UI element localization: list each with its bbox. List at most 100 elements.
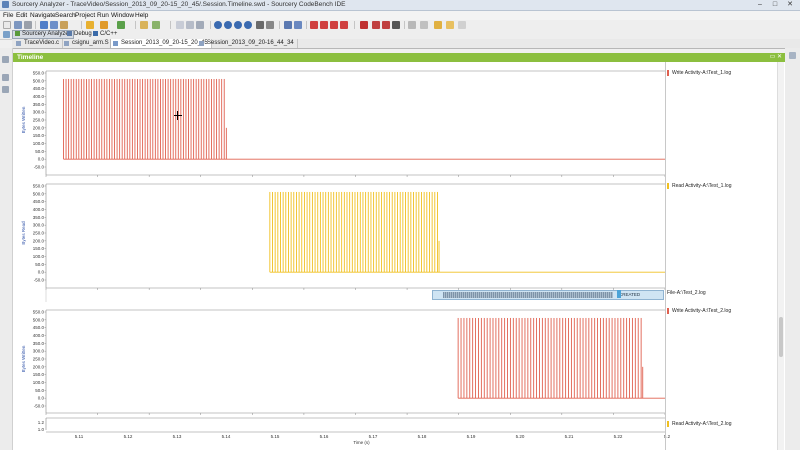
toolbar-separator — [210, 21, 211, 29]
tab-session-16-44-34[interactable]: Session_2013_09_20-16_44_34 — [197, 39, 298, 48]
y-tick-label: 300.0 — [33, 110, 45, 115]
y-tick-label: 500.0 — [33, 317, 45, 322]
x-tick-label: 5.12 — [124, 434, 133, 439]
view-title: Timeline — [17, 54, 44, 61]
minimized-view-icon[interactable] — [789, 52, 796, 59]
file-state-bar[interactable]: CREATED — [432, 290, 664, 300]
legend-divider — [665, 62, 666, 450]
restore-view-icon[interactable] — [2, 56, 9, 63]
sync-icon[interactable] — [294, 21, 302, 29]
prev-event-icon[interactable] — [320, 21, 328, 29]
y-tick-label: 250.0 — [33, 357, 45, 362]
select-icon[interactable] — [266, 21, 274, 29]
perspective-sourcery-analyzer[interactable]: Sourcery Analyzer — [12, 30, 74, 39]
x-tick-label: 5.20 — [516, 434, 525, 439]
forward-icon[interactable] — [382, 21, 390, 29]
layout-icon[interactable] — [176, 21, 184, 29]
tab-csignu-arm-s[interactable]: csignu_arm.S — [62, 39, 113, 48]
maximize-button[interactable]: □ — [769, 1, 781, 9]
y-axis-label: Bytes Written — [21, 106, 26, 133]
first-event-icon[interactable] — [310, 21, 318, 29]
toolbar-separator — [170, 21, 171, 29]
y-tick-label: 150.0 — [33, 372, 45, 377]
disabled-tool-icon[interactable] — [408, 21, 416, 29]
perspective-label: Sourcery Analyzer — [22, 31, 71, 38]
run-tool-icon[interactable] — [100, 21, 108, 29]
search-tool-icon[interactable] — [152, 21, 160, 29]
run-icon[interactable] — [117, 21, 125, 29]
terminate-icon[interactable] — [392, 21, 400, 29]
y-tick-label: 50.0 — [35, 149, 44, 154]
timeline-chart[interactable]: 550.0 500.0 450.0 400.0 350.0 300.0 250.0 200.0… — [13, 62, 785, 450]
disabled-tool-icon[interactable] — [420, 21, 428, 29]
menu-search[interactable]: Search — [55, 11, 76, 20]
scrollbar-thumb[interactable] — [779, 317, 783, 357]
target-icon[interactable] — [86, 21, 94, 29]
pan-icon[interactable] — [256, 21, 264, 29]
folder-icon[interactable] — [140, 21, 148, 29]
x-tick-label: 5.17 — [369, 434, 378, 439]
build-icon[interactable] — [40, 21, 48, 29]
y-tick-label: 0.0 — [38, 157, 45, 162]
zoom-out-icon[interactable] — [224, 21, 232, 29]
save-icon[interactable] — [14, 21, 22, 29]
build-all-icon[interactable] — [50, 21, 58, 29]
stop-icon[interactable] — [360, 21, 368, 29]
x-tick-label: 5.15 — [271, 434, 280, 439]
menu-navigate[interactable]: Navigate — [30, 11, 56, 20]
outline-icon[interactable] — [2, 86, 9, 93]
menu-file[interactable]: File — [3, 11, 13, 20]
x-axis-label: Time (s) — [353, 440, 370, 445]
back-history-icon[interactable] — [446, 21, 454, 29]
menu-window[interactable]: Window — [111, 11, 134, 20]
y-tick-label: 550.0 — [33, 184, 45, 189]
zoom-reset-icon[interactable] — [244, 21, 252, 29]
table-icon[interactable] — [196, 21, 204, 29]
zoom-in-icon[interactable] — [214, 21, 222, 29]
y-tick-label: 0.0 — [38, 270, 45, 275]
menu-project[interactable]: Project — [75, 11, 95, 20]
tab-label: TraceVideo.c — [24, 40, 60, 46]
last-event-icon[interactable] — [340, 21, 348, 29]
marker-icon[interactable] — [284, 21, 292, 29]
vertical-scrollbar[interactable] — [777, 62, 784, 450]
y-tick-label: 500.0 — [33, 191, 45, 196]
view-window-buttons[interactable]: ▭ ✕ — [770, 53, 782, 62]
y-tick-label: 250.0 — [33, 118, 45, 123]
y-tick-label: 1.2 — [38, 420, 45, 425]
x-tick-label: 5.14 — [222, 434, 231, 439]
minimize-button[interactable]: – — [754, 1, 766, 9]
app-icon — [2, 1, 9, 8]
perspective-label: Debug — [74, 31, 92, 37]
perspective-debug[interactable]: Debug — [67, 30, 92, 39]
tab-tracevideo-c[interactable]: TraceVideo.c — [14, 39, 64, 48]
open-icon[interactable] — [60, 21, 68, 29]
y-tick-label: 300.0 — [33, 349, 45, 354]
y-tick-label: 350.0 — [33, 215, 45, 220]
new-file-icon[interactable] — [3, 21, 11, 29]
asm-file-icon — [64, 41, 69, 46]
grid-icon[interactable] — [186, 21, 194, 29]
menu-edit[interactable]: Edit — [16, 11, 27, 20]
menu-run[interactable]: Run — [97, 11, 109, 20]
close-button[interactable]: ✕ — [784, 1, 796, 9]
zoom-fit-icon[interactable] — [234, 21, 242, 29]
legend-swatch — [667, 308, 669, 314]
next-event-icon[interactable] — [330, 21, 338, 29]
perspective-open-icon[interactable] — [3, 31, 10, 38]
bug-icon — [67, 30, 72, 36]
annotation-icon[interactable] — [434, 21, 442, 29]
toolbar-separator — [306, 21, 307, 29]
perspective-cpp[interactable]: C/C++ — [93, 30, 117, 39]
print-icon[interactable] — [24, 21, 32, 29]
x-tick-label: 5.21 — [565, 434, 574, 439]
back-icon[interactable] — [372, 21, 380, 29]
menu-help[interactable]: Help — [135, 11, 148, 20]
project-explorer-icon[interactable] — [2, 74, 9, 81]
right-trim-bar — [785, 48, 800, 450]
y-tick-label: -50.0 — [34, 165, 45, 170]
window-title: Sourcery Analyzer - TraceVideo/Session_2… — [12, 1, 346, 8]
legend-label: File-A:\Test_2.log — [667, 290, 706, 296]
forward-history-icon[interactable] — [458, 21, 466, 29]
toolbar-separator — [354, 21, 355, 29]
